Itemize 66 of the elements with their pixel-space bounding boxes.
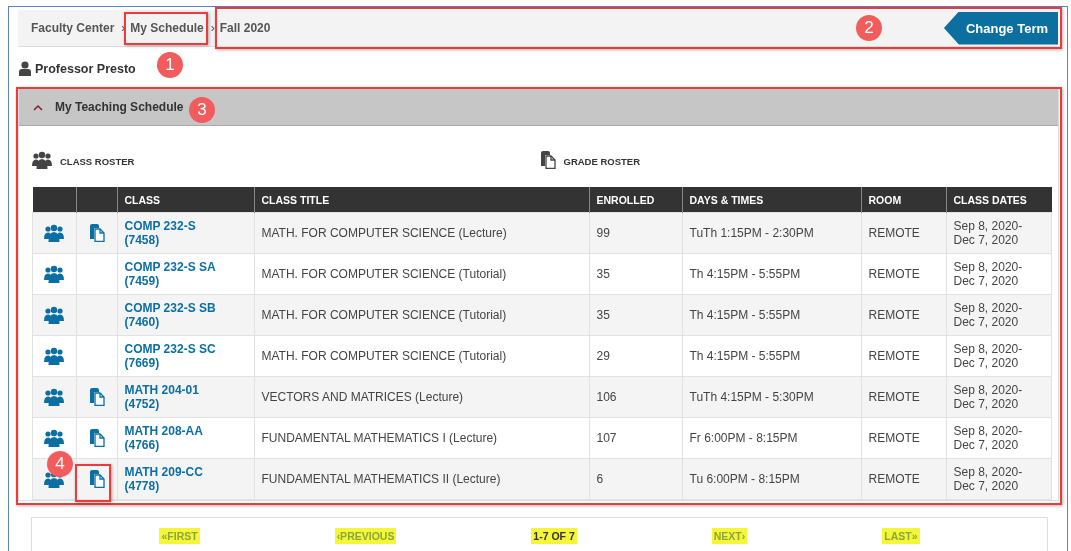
documents-icon[interactable] bbox=[88, 388, 105, 406]
caret-icon bbox=[33, 103, 43, 111]
table-cell: Tu 6:00PM - 8:15PM bbox=[682, 458, 861, 500]
column-header: DAYS & TIMES bbox=[682, 187, 861, 213]
people-icon[interactable] bbox=[44, 306, 65, 324]
table-cell: 35 bbox=[589, 294, 682, 336]
table-cell: Sep 8, 2020- Dec 7, 2020 bbox=[946, 212, 1052, 254]
people-icon[interactable] bbox=[44, 429, 65, 447]
roster-label: GRADE ROSTER bbox=[563, 156, 641, 167]
table-cell: REMOTE bbox=[861, 294, 946, 336]
table-cell: Fr 6:00PM - 8:15PM bbox=[682, 417, 861, 459]
table-cell: 106 bbox=[589, 376, 682, 418]
table-cell: MATH. FOR COMPUTER SCIENCE (Tutorial) bbox=[254, 335, 589, 377]
table-cell: FUNDAMENTAL MATHEMATICS II (Lecture) bbox=[254, 458, 589, 500]
people-icon[interactable] bbox=[44, 388, 65, 406]
breadcrumb-item[interactable]: Faculty Center bbox=[31, 21, 115, 35]
table-cell: 35 bbox=[589, 253, 682, 295]
callout-number: 1 bbox=[157, 52, 183, 78]
breadcrumb-item: Fall 2020 bbox=[219, 21, 271, 35]
callout-number: 4 bbox=[47, 451, 73, 477]
table-cell: Sep 8, 2020- Dec 7, 2020 bbox=[946, 376, 1052, 418]
roster-label: CLASS ROSTER bbox=[60, 156, 135, 167]
table-cell: 6 bbox=[589, 458, 682, 500]
breadcrumb-separator: › bbox=[210, 21, 215, 35]
table-cell: MATH. FOR COMPUTER SCIENCE (Tutorial) bbox=[254, 253, 589, 295]
table-cell: MATH. FOR COMPUTER SCIENCE (Lecture) bbox=[254, 212, 589, 254]
table-cell: REMOTE bbox=[861, 376, 946, 418]
column-header: CLASS TITLE bbox=[254, 187, 589, 213]
people-icon[interactable] bbox=[32, 150, 52, 169]
table-cell: Sep 8, 2020- Dec 7, 2020 bbox=[946, 335, 1052, 377]
change-term-button[interactable]: Change Term bbox=[943, 11, 1058, 45]
table-cell: REMOTE bbox=[861, 335, 946, 377]
table-cell: TuTh 4:15PM - 5:30PM bbox=[682, 376, 861, 418]
column-header: ENROLLED bbox=[589, 187, 682, 213]
column-header: CLASS DATES bbox=[946, 187, 1052, 213]
people-icon[interactable] bbox=[44, 265, 65, 283]
table-cell: FUNDAMENTAL MATHEMATICS I (Lecture) bbox=[254, 417, 589, 459]
documents-icon[interactable] bbox=[539, 150, 556, 169]
table-cell: Sep 8, 2020- Dec 7, 2020 bbox=[946, 294, 1052, 336]
table-cell: 107 bbox=[589, 417, 682, 459]
column-header: CLASS bbox=[117, 187, 254, 213]
table-cell: TuTh 1:15PM - 2:30PM bbox=[682, 212, 861, 254]
table-cell: MATH. FOR COMPUTER SCIENCE (Tutorial) bbox=[254, 294, 589, 336]
documents-icon[interactable] bbox=[88, 429, 105, 447]
table-cell: VECTORS AND MATRICES (Lecture) bbox=[254, 376, 589, 418]
table-cell: REMOTE bbox=[861, 212, 946, 254]
table-cell: REMOTE bbox=[861, 417, 946, 459]
table-cell: Sep 8, 2020- Dec 7, 2020 bbox=[946, 458, 1052, 500]
user-name: Professor Presto bbox=[35, 62, 136, 76]
table-cell: Th 4:15PM - 5:55PM bbox=[682, 335, 861, 377]
table-cell: REMOTE bbox=[861, 458, 946, 500]
table-cell: Th 4:15PM - 5:55PM bbox=[682, 253, 861, 295]
table-cell: Th 4:15PM - 5:55PM bbox=[682, 294, 861, 336]
table-cell: REMOTE bbox=[861, 253, 946, 295]
people-icon[interactable] bbox=[44, 224, 65, 242]
people-icon[interactable] bbox=[44, 347, 65, 365]
page-range: 1-7 OF 7 bbox=[531, 528, 577, 544]
breadcrumb-item[interactable]: My Schedule bbox=[130, 21, 204, 35]
table-cell: 29 bbox=[589, 335, 682, 377]
column-header: ROOM bbox=[861, 187, 946, 213]
documents-icon[interactable] bbox=[88, 470, 105, 488]
table-cell: Sep 8, 2020- Dec 7, 2020 bbox=[946, 253, 1052, 295]
person-icon bbox=[19, 61, 31, 76]
table-cell: Sep 8, 2020- Dec 7, 2020 bbox=[946, 417, 1052, 459]
documents-icon[interactable] bbox=[88, 224, 105, 242]
table-cell: 99 bbox=[589, 212, 682, 254]
